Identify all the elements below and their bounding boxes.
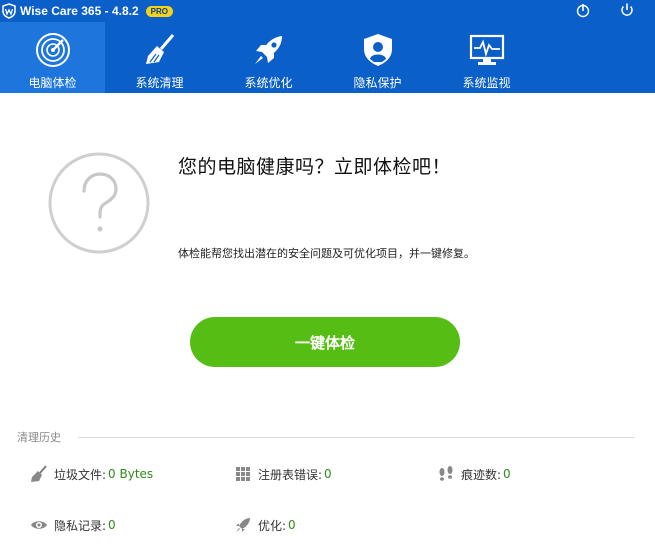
- stat-label: 痕迹数:: [461, 467, 502, 482]
- radar-icon: [35, 33, 70, 67]
- history-divider: [78, 437, 635, 438]
- title-bar: Wise Care 365 - 4.8.2 PRO: [0, 0, 655, 22]
- nav-label: 隐私保护: [353, 76, 402, 90]
- shield-icon: [363, 34, 392, 66]
- stat-privacy-records: 隐私记录: 0: [30, 516, 116, 534]
- eye-icon: [31, 521, 47, 529]
- refresh-icon[interactable]: [619, 2, 635, 18]
- monitor-icon: [469, 34, 504, 65]
- power-timer-icon[interactable]: [575, 2, 591, 18]
- stat-optimizations: 优化: 0: [234, 516, 296, 534]
- grid-icon: [236, 467, 250, 481]
- stat-value: 0: [324, 467, 332, 481]
- stat-junk-files: 垃圾文件: 0 Bytes: [30, 465, 153, 483]
- nav-item-checkup[interactable]: 电脑体检: [0, 22, 105, 93]
- nav-label: 系统清理: [135, 76, 184, 90]
- rocket-icon: [236, 518, 250, 532]
- nav-item-privacy[interactable]: 隐私保护: [323, 22, 432, 93]
- page-headline: 您的电脑健康吗？立即体检吧！: [178, 156, 452, 178]
- stat-registry-errors: 注册表错误: 0: [234, 465, 332, 483]
- stat-label: 注册表错误:: [258, 467, 323, 482]
- broom-icon: [31, 465, 47, 482]
- stat-traces: 痕迹数: 0: [437, 465, 511, 483]
- broom-icon: [145, 34, 174, 64]
- stat-label: 垃圾文件:: [54, 467, 107, 482]
- question-mark-icon: [48, 152, 150, 254]
- nav-item-cleanup[interactable]: 系统清理: [105, 22, 214, 93]
- page-description: 体检能帮您找出潜在的安全问题及可优化项目，并一键修复。: [178, 247, 475, 260]
- footprints-icon: [439, 466, 453, 481]
- nav-item-optimize[interactable]: 系统优化: [214, 22, 323, 93]
- nav-label: 系统监视: [462, 76, 511, 90]
- main-nav: 电脑体检 系统清理 系统优化 隐私保护 系统监视: [0, 22, 655, 93]
- stat-value: 0 Bytes: [108, 467, 154, 481]
- stat-label: 隐私记录:: [54, 518, 107, 533]
- stat-value: 0: [503, 467, 511, 481]
- stat-label: 优化:: [258, 518, 287, 533]
- pro-badge: PRO: [145, 5, 173, 17]
- stat-value: 0: [108, 518, 116, 532]
- nav-item-monitor[interactable]: 系统监视: [432, 22, 541, 93]
- app-logo-icon: [2, 3, 16, 19]
- nav-label: 系统优化: [244, 76, 293, 90]
- scan-button[interactable]: 一键体检: [190, 317, 460, 367]
- nav-label: 电脑体检: [28, 76, 77, 90]
- history-title: 清理历史: [17, 431, 61, 444]
- stat-value: 0: [288, 518, 296, 532]
- rocket-icon: [254, 36, 282, 64]
- app-title: Wise Care 365 - 4.8.2: [20, 4, 139, 18]
